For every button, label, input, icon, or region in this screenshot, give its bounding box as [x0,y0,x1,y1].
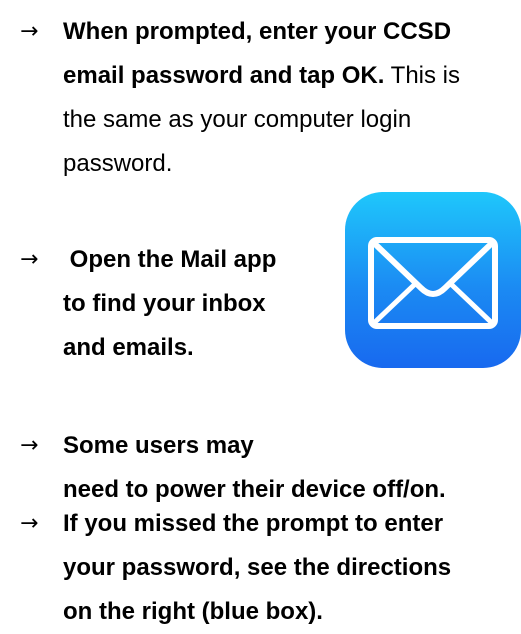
instruction-line: the same as your computer login [63,106,412,133]
instruction-line: If you missed the prompt to enter [63,510,444,537]
arrow-icon: → [20,19,39,44]
instruction-text: Some users may need to power their devic… [63,424,446,512]
instruction-line: and emails. [63,334,194,361]
mail-app-icon [345,192,521,368]
instruction-text: When prompted, enter your CCSD email pas… [63,10,460,186]
instruction-line: your password, see the directions [63,554,452,581]
arrow-icon: → [20,511,39,536]
instruction-text: Open the Mail app to find your inbox and… [63,238,276,370]
instruction-line: on the right (blue box). [63,598,323,625]
arrow-icon: → [20,247,39,272]
instruction-line: When prompted, enter your CCSD [63,18,452,45]
instruction-line: to find your inbox [63,290,266,317]
mail-envelope-icon [368,237,498,329]
instruction-line: Open the Mail app [63,246,277,273]
arrow-icon: → [20,433,39,458]
instruction-line: Some users may [63,432,254,459]
instruction-line: password. [63,150,173,177]
instruction-line: email password and tap OK. This is [63,62,460,89]
instruction-text: If you missed the prompt to enter your p… [63,502,451,634]
